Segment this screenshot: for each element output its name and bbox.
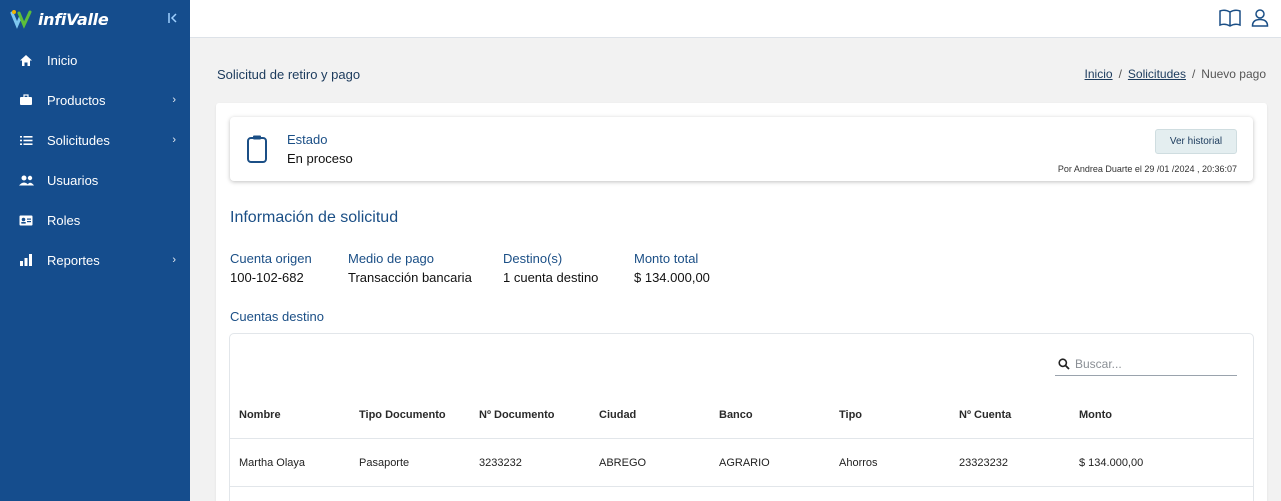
user-icon[interactable] bbox=[1251, 8, 1269, 33]
field-monto-total: Monto total $ 134.000,00 bbox=[634, 251, 710, 285]
collapse-left-icon[interactable] bbox=[168, 12, 178, 27]
search-box bbox=[1055, 352, 1237, 376]
table-cell: 3233232 bbox=[479, 456, 522, 469]
breadcrumb-solicitudes[interactable]: Solicitudes bbox=[1128, 67, 1186, 81]
column-header[interactable]: Nº Documento bbox=[470, 409, 590, 421]
field-destinos: Destino(s) 1 cuenta destino bbox=[503, 251, 598, 285]
search-icon bbox=[1055, 357, 1073, 370]
column-header[interactable]: Monto bbox=[1070, 409, 1190, 421]
field-value: 1 cuenta destino bbox=[503, 270, 599, 285]
logo-text: infiValle bbox=[38, 9, 109, 29]
sidebar-item-reportes[interactable]: Reportes › bbox=[0, 240, 190, 280]
breadcrumb: Inicio / Solicitudes / Nuevo pago bbox=[1085, 67, 1266, 81]
sidebar-item-solicitudes[interactable]: Solicitudes › bbox=[0, 120, 190, 160]
field-label: Destino(s) bbox=[503, 251, 563, 266]
breadcrumb-separator: / bbox=[1191, 67, 1196, 81]
sidebar-item-label: Productos bbox=[47, 92, 106, 108]
app-logo[interactable]: infiValle bbox=[10, 9, 109, 29]
section-title-info: Información de solicitud bbox=[230, 209, 399, 226]
column-header[interactable]: Ciudad bbox=[590, 409, 710, 421]
table-cell: Martha Olaya bbox=[239, 456, 306, 469]
field-label: Cuenta origen bbox=[230, 251, 312, 266]
main-card: Estado En proceso Ver historial Por Andr… bbox=[216, 103, 1267, 501]
column-header[interactable]: Tipo Documento bbox=[350, 409, 470, 421]
sidebar-item-inicio[interactable]: Inicio bbox=[0, 40, 190, 80]
breadcrumb-separator: / bbox=[1118, 67, 1122, 81]
clipboard-icon bbox=[246, 134, 268, 169]
field-value: 100-102-682 bbox=[230, 270, 304, 285]
logo-mark-icon bbox=[10, 10, 32, 29]
status-value: En proceso bbox=[287, 151, 353, 166]
table-header: Nombre Tipo Documento Nº Documento Ciuda… bbox=[230, 391, 1253, 439]
history-button[interactable]: Ver historial bbox=[1155, 129, 1237, 154]
status-meta: Por Andrea Duarte el 29 /01 /2024 , 20:3… bbox=[1057, 164, 1237, 174]
briefcase-icon bbox=[18, 92, 34, 108]
status-card: Estado En proceso Ver historial Por Andr… bbox=[230, 117, 1253, 181]
sidebar-nav: Inicio Productos › Solicitudes › Usuario… bbox=[0, 40, 190, 280]
search-input[interactable] bbox=[1073, 356, 1233, 371]
logo-row: infiValle bbox=[0, 0, 190, 38]
breadcrumb-inicio[interactable]: Inicio bbox=[1085, 67, 1113, 81]
column-header[interactable]: Banco bbox=[710, 409, 830, 421]
id-card-icon bbox=[18, 212, 34, 228]
column-header[interactable]: Nº Cuenta bbox=[950, 409, 1070, 421]
section-title-destinations: Cuentas destino bbox=[230, 309, 324, 324]
field-label: Monto total bbox=[634, 251, 699, 266]
field-label: Medio de pago bbox=[348, 251, 435, 266]
table-cell: Ahorros bbox=[839, 456, 878, 469]
chevron-right-icon: › bbox=[172, 134, 176, 146]
sidebar-item-usuarios[interactable]: Usuarios bbox=[0, 160, 190, 200]
column-header[interactable]: Tipo bbox=[830, 409, 950, 421]
column-header[interactable]: Nombre bbox=[230, 409, 350, 421]
table-row[interactable]: Martha Olaya Pasaporte 3233232 ABREGO AG… bbox=[230, 439, 1253, 487]
chevron-right-icon: › bbox=[172, 254, 176, 266]
users-icon bbox=[18, 172, 34, 188]
sidebar-item-label: Roles bbox=[47, 212, 81, 228]
page-title: Solicitud de retiro y pago bbox=[217, 67, 361, 82]
breadcrumb-current: Nuevo pago bbox=[1201, 67, 1266, 81]
sidebar: infiValle Inicio Productos › Solicitudes… bbox=[0, 0, 190, 501]
sidebar-item-label: Solicitudes bbox=[47, 132, 110, 148]
sidebar-item-productos[interactable]: Productos › bbox=[0, 80, 190, 120]
table-cell: 23323232 bbox=[959, 456, 1008, 469]
field-value: $ 134.000,00 bbox=[634, 270, 710, 285]
sidebar-item-roles[interactable]: Roles bbox=[0, 200, 190, 240]
status-label: Estado bbox=[287, 132, 328, 147]
table-cell: ABREGO bbox=[599, 456, 647, 469]
destinations-table: Nombre Tipo Documento Nº Documento Ciuda… bbox=[229, 333, 1254, 501]
sidebar-item-label: Reportes bbox=[47, 252, 100, 268]
home-icon bbox=[18, 52, 34, 68]
table-cell: Pasaporte bbox=[359, 456, 410, 469]
sidebar-item-label: Usuarios bbox=[47, 172, 99, 188]
table-cell: AGRARIO bbox=[719, 456, 770, 469]
list-icon bbox=[18, 132, 34, 148]
chevron-right-icon: › bbox=[172, 94, 176, 106]
topbar bbox=[190, 0, 1281, 38]
chart-icon bbox=[18, 252, 34, 268]
table-cell: $ 134.000,00 bbox=[1079, 456, 1144, 469]
book-icon[interactable] bbox=[1219, 8, 1241, 33]
field-cuenta-origen: Cuenta origen 100-102-682 bbox=[230, 251, 312, 285]
field-medio-pago: Medio de pago Transacción bancaria bbox=[348, 251, 472, 285]
sidebar-item-label: Inicio bbox=[47, 52, 78, 68]
field-value: Transacción bancaria bbox=[348, 270, 472, 285]
